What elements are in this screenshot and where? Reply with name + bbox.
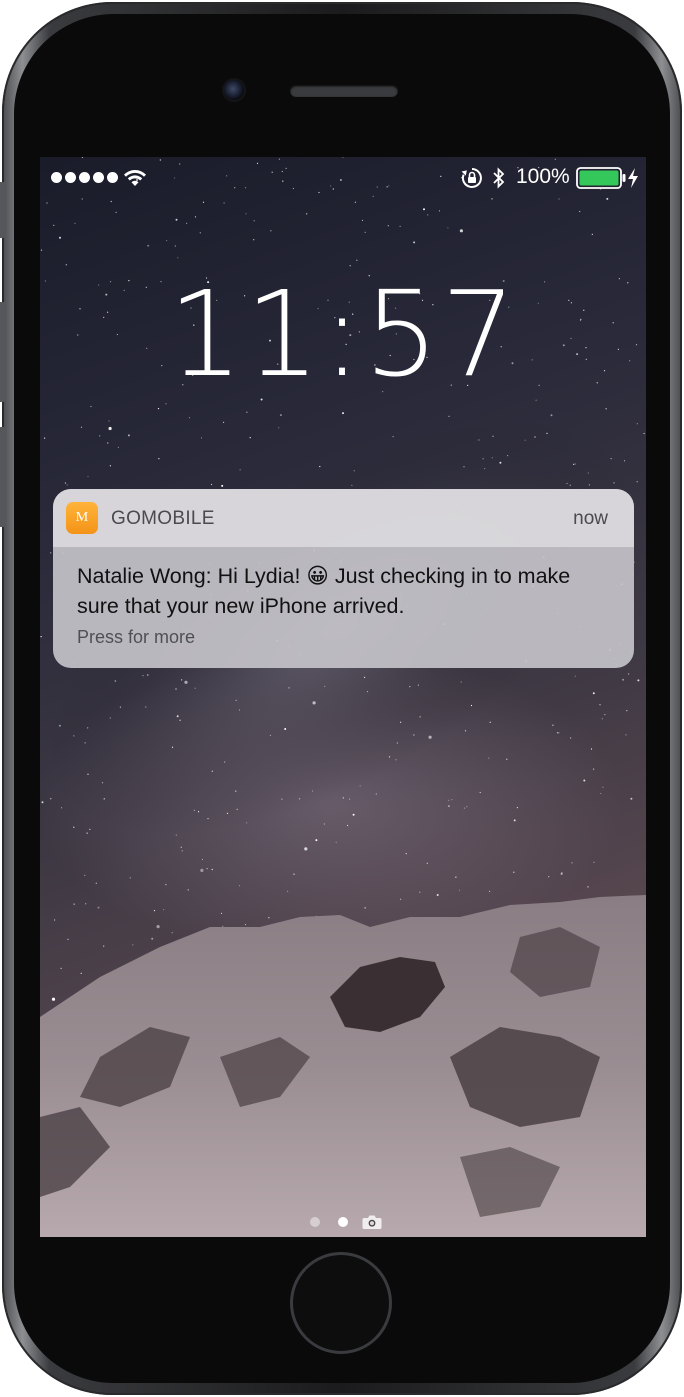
bluetooth-icon: [493, 167, 505, 189]
notification-timestamp: now: [573, 508, 608, 529]
lock-screen[interactable]: 100% 11:57 M GOMOBILE now Natalie Wong: …: [40, 157, 646, 1237]
notification-banner[interactable]: M GOMOBILE now Natalie Wong: Hi Lydia! 😀…: [53, 489, 634, 668]
signal-dot: [51, 172, 62, 183]
wifi-icon: [124, 170, 146, 186]
mute-switch[interactable]: [0, 182, 5, 238]
notification-header: M GOMOBILE now: [53, 489, 634, 547]
volume-up-button[interactable]: [0, 302, 5, 402]
battery-percentage: 100%: [516, 165, 570, 188]
orientation-lock-icon: [461, 168, 482, 188]
camera-icon[interactable]: [362, 1214, 382, 1230]
battery-icon: [576, 167, 626, 189]
page-dot-current: [338, 1217, 348, 1227]
gomobile-app-icon: M: [66, 502, 98, 534]
volume-down-button[interactable]: [0, 427, 5, 527]
home-button[interactable]: [290, 1252, 392, 1354]
page-dot: [310, 1217, 320, 1227]
page-indicator[interactable]: [310, 1214, 386, 1230]
status-bar: 100%: [40, 157, 646, 199]
front-camera: [224, 80, 244, 100]
signal-dot: [107, 172, 118, 183]
charging-bolt-icon: [628, 168, 638, 188]
earpiece-speaker: [290, 85, 398, 97]
notification-hint: Press for more: [77, 627, 196, 647]
notification-app-name: GOMOBILE: [111, 508, 215, 529]
signal-strength-icon: [51, 172, 118, 183]
signal-dot: [93, 172, 104, 183]
notification-message: Natalie Wong: Hi Lydia! 😀 Just checking …: [77, 564, 571, 618]
lock-screen-time: 11:57: [167, 265, 519, 403]
signal-dot: [79, 172, 90, 183]
signal-dot: [65, 172, 76, 183]
